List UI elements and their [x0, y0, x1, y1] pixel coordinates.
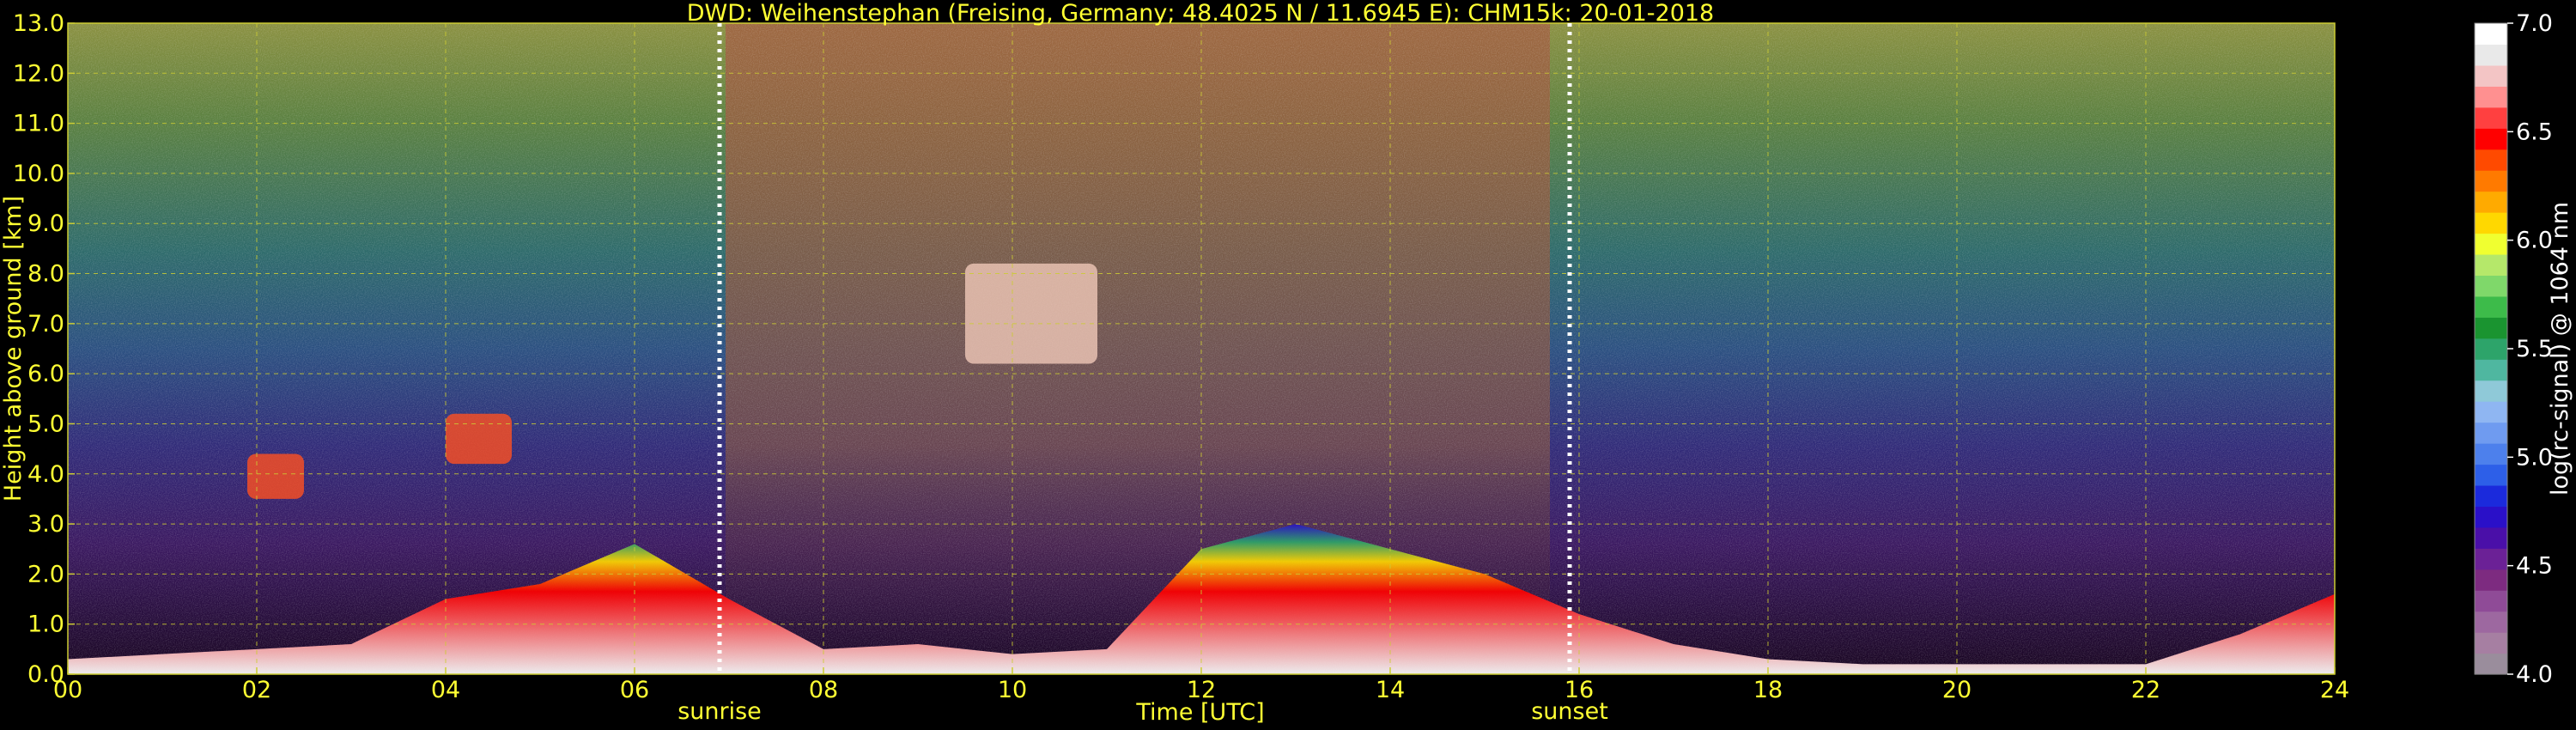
- x-tick-label: 16: [1564, 677, 1594, 703]
- colorbar-band: [2475, 44, 2507, 66]
- colorbar-band: [2475, 64, 2507, 87]
- chart-title: DWD: Weihenstephan (Freising, Germany; 4…: [687, 0, 1715, 27]
- colorbar-band: [2475, 317, 2507, 339]
- x-tick-label: 18: [1753, 677, 1783, 703]
- colorbar-band: [2475, 86, 2507, 108]
- y-tick-label: 6.0: [27, 361, 64, 387]
- x-axis-label: Time [UTC]: [1135, 699, 1264, 726]
- x-tick-label: 14: [1376, 677, 1405, 703]
- colorbar-band: [2475, 380, 2507, 402]
- x-tick-label: 10: [998, 677, 1027, 703]
- y-axis-label: Height above ground [km]: [0, 196, 27, 502]
- colorbar-band: [2475, 295, 2507, 318]
- colorbar-band: [2475, 590, 2507, 612]
- colorbar-tick-label: 6.5: [2516, 119, 2553, 145]
- y-tick-label: 11.0: [13, 111, 64, 137]
- x-tick-label: 24: [2320, 677, 2349, 703]
- x-tick-label: 20: [1942, 677, 1971, 703]
- colorbar-band: [2475, 548, 2507, 570]
- feature-layer-1: [446, 413, 512, 465]
- colorbar-band: [2475, 422, 2507, 444]
- y-tick-label: 0.0: [27, 661, 64, 688]
- feature-layer-3: [965, 263, 1097, 364]
- colorbar-label: log(rc-signal) @ 1064 nm: [2547, 202, 2573, 496]
- y-tick-label: 9.0: [27, 210, 64, 237]
- y-tick-label: 5.0: [27, 411, 64, 437]
- colorbar-band: [2475, 464, 2507, 486]
- y-tick-label: 12.0: [13, 60, 64, 87]
- colorbar-band: [2475, 611, 2507, 633]
- colorbar-band: [2475, 23, 2507, 46]
- colorbar: 4.04.55.05.56.06.57.0 log(rc-signal) @ 1…: [2474, 10, 2573, 688]
- colorbar-band: [2475, 443, 2507, 465]
- y-tick-label: 7.0: [27, 311, 64, 338]
- colorbar-band: [2475, 569, 2507, 591]
- colorbar-tick-label: 4.0: [2516, 661, 2553, 688]
- x-tick-label: 08: [809, 677, 838, 703]
- colorbar-band: [2475, 526, 2507, 549]
- colorbar-band: [2475, 653, 2507, 675]
- colorbar-band: [2475, 359, 2507, 381]
- y-tick-label: 1.0: [27, 611, 64, 638]
- y-tick-label: 8.0: [27, 261, 64, 288]
- colorbar-band: [2475, 233, 2507, 255]
- x-tick-label: 02: [242, 677, 271, 703]
- colorbar-band: [2475, 632, 2507, 654]
- x-tick-label: 22: [2131, 677, 2160, 703]
- x-tick-label: 06: [620, 677, 649, 703]
- x-tick-label: 04: [431, 677, 460, 703]
- colorbar-band: [2475, 128, 2507, 150]
- colorbar-band: [2475, 484, 2507, 507]
- colorbar-band: [2475, 212, 2507, 234]
- y-tick-label: 2.0: [27, 561, 64, 587]
- colorbar-band: [2475, 275, 2507, 297]
- colorbar-tick-label: 4.5: [2516, 553, 2553, 580]
- colorbar-band: [2475, 506, 2507, 528]
- lidar-chart: sunrise sunset 00 02 04 06 08 10 12 14 16 18 20 22 24…: [0, 0, 2573, 726]
- y-tick-label: 3.0: [27, 511, 64, 538]
- y-tick-label: 10.0: [13, 161, 64, 187]
- colorbar-band: [2475, 338, 2507, 360]
- colorbar-band: [2475, 191, 2507, 213]
- colorbar-band: [2475, 170, 2507, 192]
- y-tick-label: 13.0: [13, 10, 64, 37]
- colorbar-tick-label: 7.0: [2516, 10, 2553, 37]
- colorbar-band: [2475, 253, 2507, 277]
- colorbar-band: [2475, 401, 2507, 423]
- feature-layer-2: [247, 453, 304, 499]
- colorbar-band: [2475, 106, 2507, 129]
- colorbar-band: [2475, 149, 2507, 171]
- sunrise-label: sunrise: [677, 698, 762, 725]
- y-tick-label: 4.0: [27, 461, 64, 488]
